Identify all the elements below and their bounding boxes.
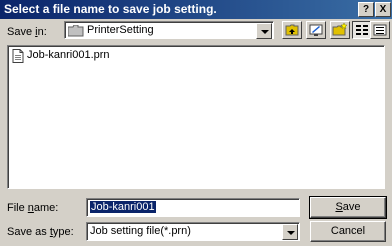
- save-in-combo[interactable]: PrinterSetting: [64, 21, 274, 39]
- chevron-down-icon[interactable]: [256, 23, 272, 39]
- new-folder-icon: [332, 22, 348, 36]
- save-as-type-value: Job setting file(*.prn): [90, 225, 191, 237]
- file-icon: [12, 49, 24, 66]
- details-view-icon: [373, 24, 387, 36]
- folder-icon: [67, 24, 84, 40]
- desktop-button[interactable]: [306, 21, 326, 39]
- file-name-label: File name:: [7, 202, 59, 214]
- close-button[interactable]: X: [375, 2, 391, 17]
- list-view-button[interactable]: [352, 21, 372, 39]
- new-folder-button[interactable]: [330, 21, 350, 39]
- save-in-value: PrinterSetting: [87, 24, 154, 36]
- file-list[interactable]: Job-kanri001.prn: [7, 45, 385, 189]
- file-name-value[interactable]: Job-kanri001: [90, 201, 156, 213]
- title-bar[interactable]: Select a file name to save job setting. …: [0, 0, 392, 19]
- file-name-field[interactable]: Job-kanri001: [86, 198, 300, 217]
- file-name: Job-kanri001.prn: [27, 49, 110, 61]
- cancel-button[interactable]: Cancel: [310, 221, 386, 242]
- desktop-icon: [309, 24, 323, 36]
- save-as-type-label: Save as type:: [7, 226, 74, 238]
- chevron-down-icon[interactable]: [282, 224, 298, 240]
- up-folder-button[interactable]: [282, 21, 302, 39]
- list-view-icon: [356, 25, 368, 35]
- up-folder-icon: [285, 24, 299, 36]
- save-in-label: Save in:: [7, 26, 47, 38]
- details-view-button[interactable]: [370, 21, 390, 39]
- save-button[interactable]: Save: [309, 196, 387, 219]
- help-button[interactable]: ?: [358, 2, 374, 17]
- window-title: Select a file name to save job setting.: [4, 2, 217, 16]
- save-as-type-select[interactable]: Job setting file(*.prn): [86, 222, 300, 241]
